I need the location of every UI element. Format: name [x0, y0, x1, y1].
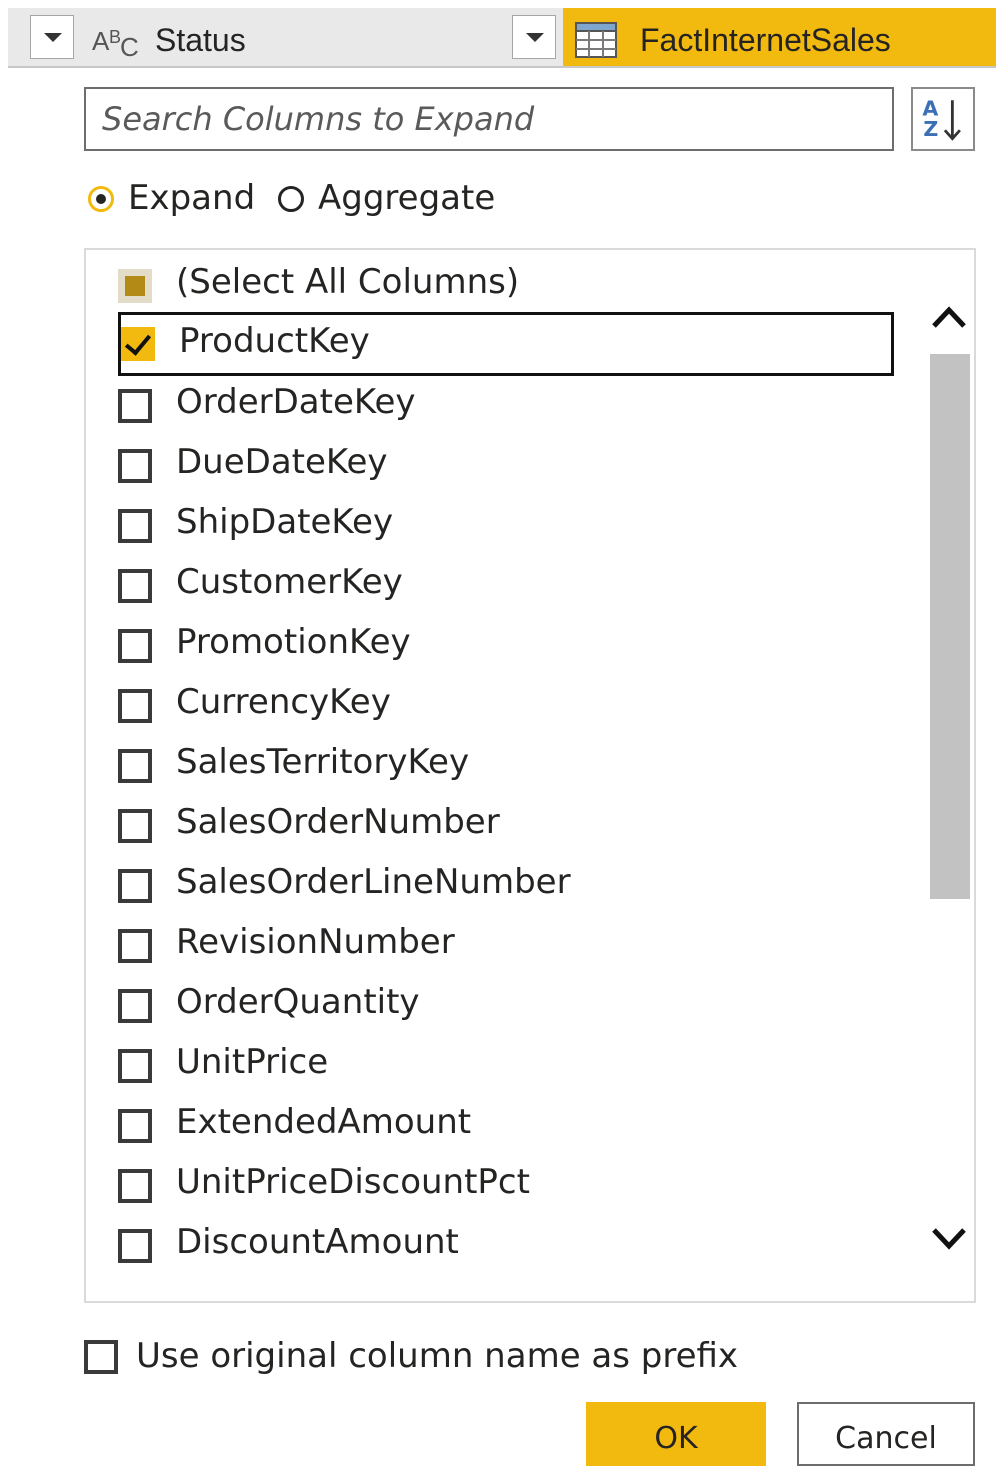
column-label: SalesOrderNumber [176, 802, 500, 842]
column-label: OrderDateKey [176, 382, 416, 422]
select-all-checkbox[interactable] [118, 269, 152, 303]
column-checkbox[interactable] [118, 869, 152, 903]
column-label: SalesTerritoryKey [176, 742, 470, 782]
column-label: PromotionKey [176, 622, 411, 662]
select-all-columns-item[interactable]: (Select All Columns) [116, 256, 896, 316]
use-prefix-label: Use original column name as prefix [136, 1336, 739, 1376]
column-label: ProductKey [179, 321, 370, 361]
ok-button[interactable]: OK [586, 1402, 766, 1466]
column-label: OrderQuantity [176, 982, 420, 1022]
column-checkbox[interactable] [118, 1169, 152, 1203]
aggregate-radio-label: Aggregate [318, 178, 496, 218]
use-prefix-option[interactable]: Use original column name as prefix [84, 1336, 784, 1382]
expand-radio-option[interactable]: Expand [86, 178, 256, 224]
column-checkbox[interactable] [118, 749, 152, 783]
column-list-item[interactable]: ExtendedAmount [116, 1096, 896, 1156]
column-list-item[interactable]: RevisionNumber [116, 916, 896, 976]
column-label: UnitPrice [176, 1042, 329, 1082]
column-list[interactable]: (Select All Columns) ProductKey OrderDateK… [84, 248, 976, 1303]
scroll-up-icon[interactable] [928, 298, 970, 340]
aggregate-radio-option[interactable]: Aggregate [276, 178, 496, 224]
column-label: CustomerKey [176, 562, 403, 602]
type-icon-letter: A [92, 26, 110, 56]
column-list-item[interactable]: ProductKey [118, 312, 894, 376]
column-list-item[interactable]: CustomerKey [116, 556, 896, 616]
column-checkbox[interactable] [118, 449, 152, 483]
table-icon [575, 22, 617, 58]
column-label: SalesOrderLineNumber [176, 862, 571, 902]
column-list-item[interactable]: UnitPrice [116, 1036, 896, 1096]
column-checkbox[interactable] [118, 1109, 152, 1143]
column-label: CurrencyKey [176, 682, 391, 722]
column-label: ExtendedAmount [176, 1102, 472, 1142]
column-list-item[interactable]: SalesTerritoryKey [116, 736, 896, 796]
scroll-down-icon[interactable] [928, 1216, 970, 1258]
scrollbar-thumb[interactable] [930, 354, 970, 899]
column-list-item[interactable]: DueDateKey [116, 436, 896, 496]
search-columns-input[interactable] [84, 87, 894, 151]
table-name-label: FactInternetSales [640, 22, 891, 58]
text-type-icon[interactable]: A B C [92, 24, 142, 60]
list-scrollbar[interactable] [924, 250, 974, 1301]
sort-a-z-button[interactable]: A Z [911, 87, 975, 151]
column-list-item[interactable]: SalesOrderLineNumber [116, 856, 896, 916]
column-list-item[interactable]: CurrencyKey [116, 676, 896, 736]
type-icon-letter: C [120, 32, 139, 62]
column-list-item[interactable]: OrderQuantity [116, 976, 896, 1036]
column-list-item[interactable]: DiscountAmount [116, 1216, 896, 1276]
column-list-item[interactable]: OrderDateKey [116, 376, 896, 436]
expand-radio-button[interactable] [88, 186, 114, 212]
use-prefix-checkbox[interactable] [84, 1340, 118, 1374]
column-checkbox[interactable] [118, 689, 152, 723]
sort-ascending-icon: A Z [922, 96, 961, 141]
aggregate-radio-button[interactable] [278, 186, 304, 212]
column-label: DiscountAmount [176, 1222, 459, 1262]
column-list-item[interactable]: PromotionKey [116, 616, 896, 676]
column-checkbox[interactable] [121, 327, 155, 361]
previous-column-dropdown-button[interactable] [30, 15, 74, 59]
column-checkbox[interactable] [118, 629, 152, 663]
column-checkbox[interactable] [118, 509, 152, 543]
column-label: ShipDateKey [176, 502, 394, 542]
cancel-button[interactable]: Cancel [797, 1402, 975, 1466]
column-header-status[interactable]: Status [155, 22, 246, 59]
column-checkbox[interactable] [118, 1049, 152, 1083]
column-label: UnitPriceDiscountPct [176, 1162, 530, 1202]
column-label: (Select All Columns) [176, 262, 520, 302]
column-label: DueDateKey [176, 442, 388, 482]
column-checkbox[interactable] [118, 1229, 152, 1263]
status-column-dropdown-button[interactable] [512, 15, 556, 59]
column-checkbox[interactable] [118, 809, 152, 843]
expand-radio-label: Expand [128, 178, 256, 218]
column-checkbox[interactable] [118, 569, 152, 603]
column-checkbox[interactable] [118, 929, 152, 963]
column-list-item[interactable]: ShipDateKey [116, 496, 896, 556]
svg-text:Z: Z [923, 117, 938, 141]
column-list-item[interactable]: UnitPriceDiscountPct [116, 1156, 896, 1216]
column-list-item[interactable]: SalesOrderNumber [116, 796, 896, 856]
column-checkbox[interactable] [118, 989, 152, 1023]
column-checkbox[interactable] [118, 389, 152, 423]
column-label: RevisionNumber [176, 922, 455, 962]
